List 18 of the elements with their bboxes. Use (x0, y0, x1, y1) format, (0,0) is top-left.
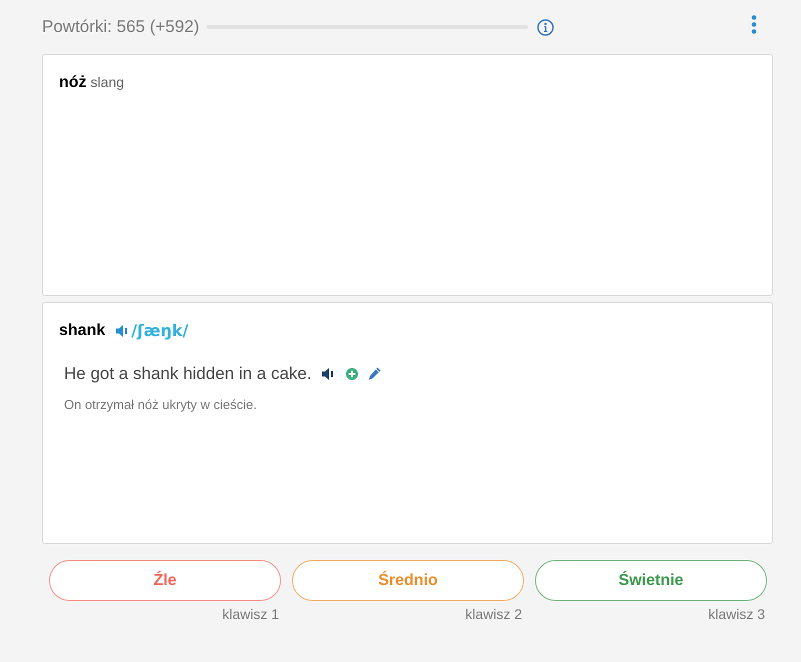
key-hint: klawisz 3 (708, 605, 765, 624)
reviews-count: Powtórki: 565 (+592) (42, 16, 200, 38)
speaker-icon[interactable] (322, 368, 334, 380)
example-translation: On otrzymał nóż ukryty w cieście. (64, 396, 257, 414)
answer-word: shank (59, 321, 106, 341)
key-hint: klawisz 2 (465, 605, 522, 624)
grade-button[interactable]: Świetnie (535, 560, 767, 601)
question-word: nóż (59, 73, 87, 93)
phonetic-transcription: /ʃæŋk/ (131, 320, 188, 342)
example-sentence: He got a shank hidden in a cake. (64, 363, 312, 385)
more-menu-icon[interactable] (751, 14, 757, 34)
key-hint: klawisz 1 (222, 605, 279, 624)
grade-button[interactable]: Średnio (292, 560, 524, 601)
grade-button[interactable]: Źle (49, 560, 281, 601)
word-note: slang (90, 73, 124, 92)
info-icon[interactable] (537, 18, 554, 36)
add-icon[interactable] (346, 368, 358, 380)
pencil-icon[interactable] (368, 367, 381, 380)
